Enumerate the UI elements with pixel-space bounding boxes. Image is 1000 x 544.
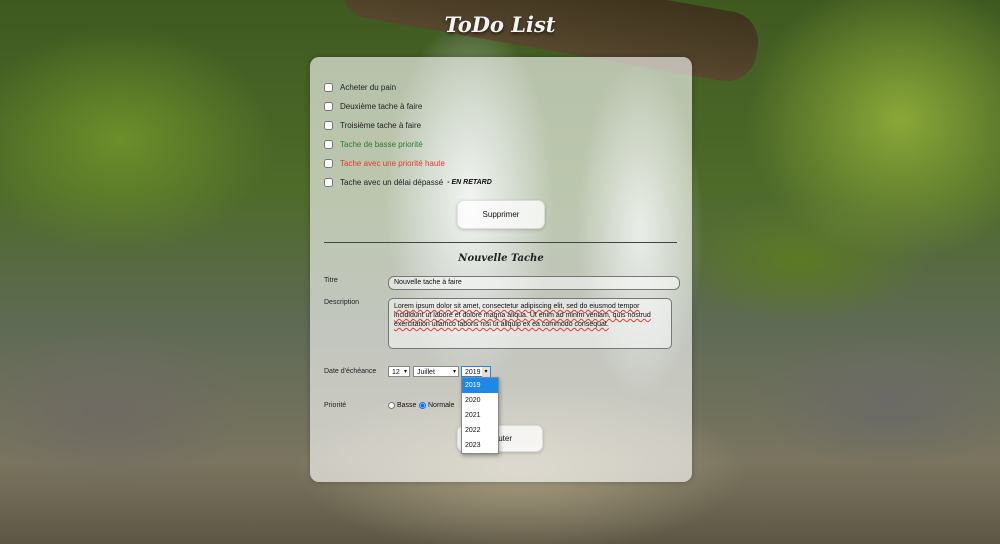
task-label: Deuxième tache à faire — [340, 102, 423, 111]
chevron-down-icon: ▾ — [452, 369, 456, 375]
task-item-high-priority[interactable]: Tache avec une priorité haute — [324, 159, 445, 168]
priority-option-label: Normale — [428, 402, 455, 409]
task-label: Tache avec un délai dépassé — [340, 178, 444, 187]
divider — [324, 242, 677, 243]
late-badge: - EN RETARD — [447, 179, 492, 186]
task-item-low-priority[interactable]: Tache de basse priorité — [324, 140, 423, 149]
description-text: Lorem ipsum dolor sit amet, consectetur … — [394, 303, 651, 328]
task-checkbox[interactable] — [324, 83, 333, 92]
priority-label: Priorité — [324, 402, 347, 409]
year-option[interactable]: 2019 — [462, 378, 498, 393]
title-input[interactable]: Nouvelle tache à faire — [388, 276, 680, 290]
task-label: Acheter du pain — [340, 83, 397, 92]
todo-panel: Acheter du pain Deuxième tache à faire T… — [310, 57, 692, 482]
task-checkbox[interactable] — [324, 178, 333, 187]
task-item[interactable]: Acheter du pain — [324, 83, 396, 92]
month-select[interactable]: Juillet ▾ — [413, 366, 459, 377]
task-item-late[interactable]: Tache avec un délai dépassé - EN RETARD — [324, 178, 492, 187]
due-date-label: Date d'échéance — [324, 368, 377, 375]
task-item[interactable]: Deuxième tache à faire — [324, 102, 422, 111]
day-value: 12 — [392, 369, 400, 376]
description-label: Description — [324, 299, 360, 306]
task-label: Troisième tache à faire — [340, 121, 422, 130]
chevron-down-icon: ▾ — [403, 369, 407, 375]
priority-option-label: Basse — [397, 402, 417, 409]
year-option[interactable]: 2021 — [462, 408, 498, 423]
title-label: Titre — [324, 277, 338, 284]
app-title: ToDo List — [444, 12, 556, 37]
year-dropdown-list: 2019 2020 2021 2022 2023 — [461, 377, 499, 454]
priority-option-normal[interactable]: Normale — [419, 402, 454, 409]
year-select[interactable]: 2019 ▾ — [461, 366, 491, 378]
task-checkbox[interactable] — [324, 102, 333, 111]
description-textarea[interactable]: Lorem ipsum dolor sit amet, consectetur … — [388, 298, 672, 349]
year-option[interactable]: 2023 — [462, 438, 498, 453]
priority-radio-normal[interactable] — [419, 402, 426, 409]
task-checkbox[interactable] — [324, 140, 333, 149]
task-checkbox[interactable] — [324, 121, 333, 130]
task-item[interactable]: Troisième tache à faire — [324, 121, 421, 130]
priority-option-low[interactable]: Basse — [388, 402, 416, 409]
year-option[interactable]: 2022 — [462, 423, 498, 438]
task-label: Tache avec une priorité haute — [340, 159, 445, 168]
new-task-heading: Nouvelle Tache — [458, 253, 544, 264]
task-label: Tache de basse priorité — [340, 140, 423, 149]
task-checkbox[interactable] — [324, 159, 333, 168]
priority-radio-low[interactable] — [388, 402, 395, 409]
year-option[interactable]: 2020 — [462, 393, 498, 408]
month-value: Juillet — [417, 369, 435, 376]
day-select[interactable]: 12 ▾ — [388, 366, 410, 377]
year-value: 2019 — [465, 369, 481, 376]
delete-button[interactable]: Supprimer — [457, 200, 545, 229]
